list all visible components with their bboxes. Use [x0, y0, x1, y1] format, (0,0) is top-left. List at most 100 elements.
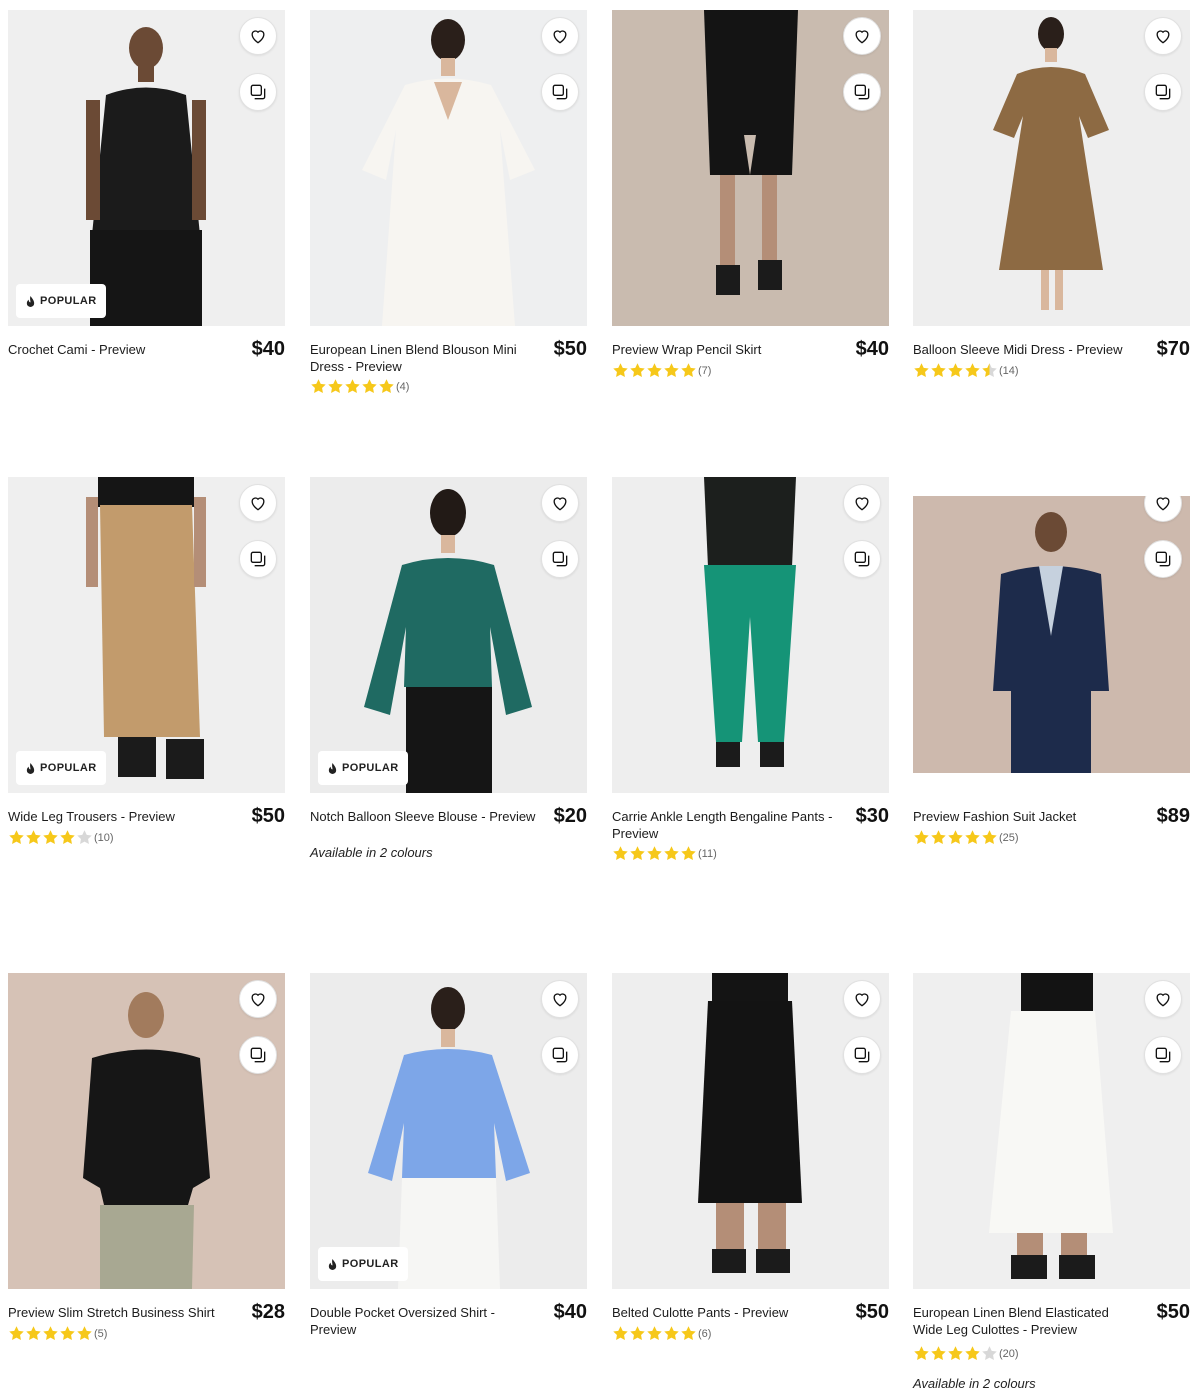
review-count: (7) — [698, 364, 712, 377]
popular-badge: POPULAR — [16, 284, 106, 318]
review-count: (14) — [999, 364, 1019, 377]
star-icon — [9, 1326, 24, 1341]
star-icon — [965, 830, 980, 845]
wishlist-button[interactable] — [843, 484, 881, 522]
product-name[interactable]: Crochet Cami - Preview — [8, 342, 228, 359]
product-rating: (5) — [8, 1325, 107, 1342]
badge-label: POPULAR — [40, 295, 97, 307]
product-name[interactable]: Double Pocket Oversized Shirt - Preview — [310, 1305, 510, 1338]
product-rating: (11) — [612, 845, 717, 862]
popular-badge: POPULAR — [318, 751, 408, 785]
compare-icon — [1155, 84, 1171, 100]
compare-button[interactable] — [843, 73, 881, 111]
wishlist-button[interactable] — [843, 17, 881, 55]
star-icon — [362, 379, 377, 394]
star-icon — [630, 846, 645, 861]
wishlist-button[interactable] — [843, 980, 881, 1018]
product-image[interactable] — [310, 10, 587, 326]
product-photo — [913, 10, 1190, 326]
product-name[interactable]: Preview Fashion Suit Jacket — [913, 809, 1133, 826]
star-icon — [931, 830, 946, 845]
product-name[interactable]: Belted Culotte Pants - Preview — [612, 1305, 832, 1322]
compare-button[interactable] — [239, 73, 277, 111]
product-rating: (25) — [913, 829, 1019, 846]
star-icon — [931, 363, 946, 378]
review-count: (5) — [94, 1327, 108, 1340]
star-icon — [664, 1326, 679, 1341]
heart-icon — [553, 993, 567, 1007]
product-photo — [8, 477, 285, 793]
product-name[interactable]: Preview Wrap Pencil Skirt — [612, 342, 832, 359]
star-icon — [613, 363, 628, 378]
product-image[interactable] — [612, 477, 889, 793]
product-image[interactable]: POPULAR — [8, 477, 285, 793]
star-icon — [982, 1346, 997, 1361]
stars — [612, 1325, 697, 1342]
star-icon — [647, 1326, 662, 1341]
product-photo — [913, 973, 1190, 1289]
wishlist-button[interactable] — [1144, 17, 1182, 55]
wishlist-button[interactable] — [239, 484, 277, 522]
wishlist-button[interactable] — [239, 17, 277, 55]
product-name[interactable]: Balloon Sleeve Midi Dress - Preview — [913, 342, 1133, 359]
star-icon — [345, 379, 360, 394]
star-icon — [948, 363, 963, 378]
product-image[interactable] — [612, 10, 889, 326]
badge-label: POPULAR — [342, 1258, 399, 1270]
stars — [8, 1325, 93, 1342]
compare-button[interactable] — [1144, 1036, 1182, 1074]
compare-button[interactable] — [239, 540, 277, 578]
heart-icon — [1156, 993, 1170, 1007]
compare-button[interactable] — [541, 73, 579, 111]
heart-icon — [251, 30, 265, 44]
product-image[interactable] — [913, 496, 1190, 773]
compare-button[interactable] — [239, 1036, 277, 1074]
stars — [913, 1345, 998, 1362]
star-icon — [9, 830, 24, 845]
product-price: $40 — [553, 1301, 587, 1323]
product-price: $50 — [251, 805, 285, 827]
product-image[interactable] — [8, 973, 285, 1289]
star-icon — [647, 846, 662, 861]
compare-button[interactable] — [541, 1036, 579, 1074]
wishlist-button[interactable] — [541, 484, 579, 522]
flame-icon — [328, 762, 337, 774]
badge-label: POPULAR — [342, 762, 399, 774]
product-image[interactable] — [612, 973, 889, 1289]
heart-icon — [855, 30, 869, 44]
product-image[interactable] — [913, 973, 1190, 1289]
product-price: $28 — [251, 1301, 285, 1323]
product-name[interactable]: Carrie Ankle Length Bengaline Pants - Pr… — [612, 809, 842, 842]
product-photo — [310, 477, 587, 793]
popular-badge: POPULAR — [16, 751, 106, 785]
heart-icon — [855, 497, 869, 511]
product-name[interactable]: Notch Balloon Sleeve Blouse - Preview — [310, 809, 550, 826]
product-photo — [8, 973, 285, 1289]
product-photo — [310, 10, 587, 326]
compare-button[interactable] — [1144, 540, 1182, 578]
wishlist-button[interactable] — [541, 17, 579, 55]
product-name[interactable]: Preview Slim Stretch Business Shirt — [8, 1305, 228, 1322]
product-name[interactable]: Wide Leg Trousers - Preview — [8, 809, 228, 826]
product-image[interactable]: POPULAR — [8, 10, 285, 326]
compare-button[interactable] — [1144, 73, 1182, 111]
star-icon — [26, 1326, 41, 1341]
star-icon — [77, 1326, 92, 1341]
product-name[interactable]: European Linen Blend Elasticated Wide Le… — [913, 1305, 1133, 1338]
product-image[interactable]: POPULAR — [310, 973, 587, 1289]
compare-button[interactable] — [541, 540, 579, 578]
star-icon — [311, 379, 326, 394]
compare-icon — [854, 551, 870, 567]
product-name[interactable]: European Linen Blend Blouson Mini Dress … — [310, 342, 530, 375]
wishlist-button[interactable] — [239, 980, 277, 1018]
review-count: (20) — [999, 1347, 1019, 1360]
wishlist-button[interactable] — [1144, 980, 1182, 1018]
product-rating: (6) — [612, 1325, 711, 1342]
wishlist-button[interactable] — [541, 980, 579, 1018]
star-icon — [914, 1346, 929, 1361]
compare-button[interactable] — [843, 1036, 881, 1074]
heart-icon — [251, 497, 265, 511]
product-image[interactable] — [913, 10, 1190, 326]
compare-button[interactable] — [843, 540, 881, 578]
product-image[interactable]: POPULAR — [310, 477, 587, 793]
